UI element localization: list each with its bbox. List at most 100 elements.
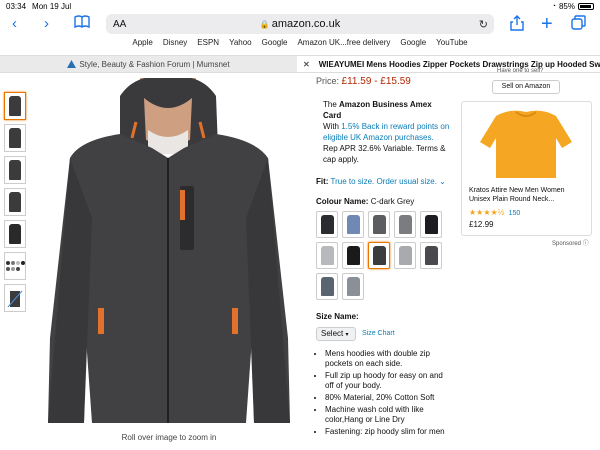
amex-terms: Rep APR 32.6% Variable. Terms & cap appl… bbox=[323, 144, 446, 164]
swatch-hoodie bbox=[320, 277, 334, 296]
swatch-hoodie bbox=[398, 246, 412, 265]
status-date: Mon 19 Jul bbox=[32, 1, 72, 11]
sponsored-product-title[interactable]: Kratos Attire New Men Women Unisex Plain… bbox=[469, 186, 587, 204]
bookmarks-icon[interactable] bbox=[74, 15, 90, 34]
chevron-down-icon: ▾ bbox=[345, 332, 349, 338]
swatch-hoodie bbox=[346, 215, 360, 234]
colour-swatch[interactable] bbox=[316, 211, 338, 238]
fit-link[interactable]: True to size. Order usual size. bbox=[331, 177, 437, 186]
colour-swatch[interactable] bbox=[368, 211, 390, 238]
bookmark-apple[interactable]: Apple bbox=[132, 38, 152, 52]
colour-swatch-selected[interactable] bbox=[368, 242, 390, 269]
tabs-overview-icon[interactable] bbox=[571, 15, 586, 35]
address-bar[interactable]: AA 🔒 amazon.co.uk ↻ bbox=[106, 14, 494, 34]
colour-label: Colour Name: bbox=[316, 197, 369, 206]
rating-stars-icon: ★★★★½ 150 bbox=[469, 208, 521, 217]
new-tab-icon[interactable]: + bbox=[541, 14, 553, 34]
swatch-hoodie bbox=[398, 215, 412, 234]
size-label: Size Name: bbox=[316, 312, 359, 321]
colour-swatch[interactable] bbox=[342, 211, 364, 238]
close-tab-icon[interactable]: ✕ bbox=[303, 60, 310, 69]
reader-text-size-button[interactable]: AA bbox=[113, 19, 126, 30]
thumbnail[interactable] bbox=[4, 284, 26, 312]
bookmark-yahoo[interactable]: Yahoo bbox=[229, 38, 252, 52]
size-select[interactable]: Select ▾ bbox=[316, 327, 356, 341]
amex-card-name: Amazon Business Amex Card bbox=[323, 100, 432, 120]
favorites-bar: Apple Disney ESPN Yahoo Google Amazon UK… bbox=[0, 38, 600, 52]
amex-reward-link[interactable]: 1.5% Back in reward points on eligible U… bbox=[323, 122, 449, 142]
list-item: Mens hoodies with double zip pockets on … bbox=[325, 349, 450, 369]
bookmark-disney[interactable]: Disney bbox=[163, 38, 187, 52]
list-item: Full zip up hoody for easy on and off of… bbox=[325, 371, 450, 391]
feature-bullets: Mens hoodies with double zip pockets on … bbox=[316, 349, 450, 437]
sponsored-label: Sponsored ⓘ bbox=[552, 241, 589, 247]
lock-icon: 🔒 bbox=[259, 20, 270, 29]
thumbnail[interactable] bbox=[4, 156, 26, 184]
sell-on-amazon-button[interactable]: Sell on Amazon bbox=[492, 80, 560, 94]
thumbnail[interactable] bbox=[4, 188, 26, 216]
tab-amazon-product[interactable]: ✕ WIEAYUMEI Mens Hoodies Zipper Pockets … bbox=[297, 56, 600, 72]
colour-swatch[interactable] bbox=[420, 211, 442, 238]
swatch-hoodie bbox=[424, 246, 438, 265]
thumbnail[interactable] bbox=[4, 92, 26, 120]
price-label: Price: bbox=[316, 76, 340, 86]
battery-percent: 85% bbox=[558, 1, 575, 11]
colour-swatch[interactable] bbox=[342, 242, 364, 269]
forward-icon[interactable]: › bbox=[44, 15, 49, 33]
bookmark-amazon-uk[interactable]: Amazon UK...free delivery bbox=[297, 38, 390, 52]
colour-swatch[interactable] bbox=[342, 273, 364, 300]
swatch-hoodie bbox=[372, 215, 386, 234]
amex-promo: The Amazon Business Amex Card With 1.5% … bbox=[323, 100, 450, 164]
swatch-hoodie bbox=[320, 246, 334, 265]
tab-amazon-label: WIEAYUMEI Mens Hoodies Zipper Pockets Dr… bbox=[318, 59, 600, 69]
chevron-down-icon[interactable]: ⌄ bbox=[439, 177, 446, 186]
have-one-to-sell: Have one to sell? bbox=[497, 68, 544, 74]
thumbnail[interactable] bbox=[4, 124, 26, 152]
mumsnet-favicon-icon bbox=[67, 60, 77, 68]
wifi-icon: ◔ bbox=[551, 2, 556, 10]
colour-value: C-dark Grey bbox=[370, 197, 415, 206]
url-text: amazon.co.uk bbox=[271, 18, 341, 30]
back-icon[interactable]: ‹ bbox=[12, 15, 17, 33]
swatch-hoodie bbox=[346, 246, 360, 265]
size-chart-link[interactable]: Size Chart bbox=[362, 329, 395, 339]
bookmark-google[interactable]: Google bbox=[262, 38, 288, 52]
sponsored-product-card[interactable]: Kratos Attire New Men Women Unisex Plain… bbox=[461, 101, 592, 236]
colour-swatch[interactable] bbox=[394, 211, 416, 238]
share-icon[interactable] bbox=[510, 15, 524, 36]
info-icon[interactable]: ⓘ bbox=[583, 241, 589, 247]
sponsored-product-price: £12.99 bbox=[469, 220, 494, 229]
swatch-hoodie bbox=[346, 277, 360, 296]
product-details: Price: £11.59 - £15.59 The Amazon Busine… bbox=[316, 76, 450, 439]
reload-icon[interactable]: ↻ bbox=[479, 18, 488, 31]
bookmark-google-2[interactable]: Google bbox=[400, 38, 426, 52]
bookmark-youtube[interactable]: YouTube bbox=[436, 38, 467, 52]
colour-swatches bbox=[316, 211, 450, 300]
swatch-hoodie bbox=[424, 215, 438, 234]
thumbnail[interactable] bbox=[4, 220, 26, 248]
colour-swatch[interactable] bbox=[316, 242, 338, 269]
colour-swatch[interactable] bbox=[394, 242, 416, 269]
zoom-hint: Roll over image to zoom in bbox=[121, 433, 217, 442]
fit-info: Fit: True to size. Order usual size. ⌄ bbox=[316, 177, 446, 186]
colour-swatch[interactable] bbox=[316, 273, 338, 300]
swatch-hoodie bbox=[372, 246, 386, 265]
bookmark-espn[interactable]: ESPN bbox=[197, 38, 219, 52]
colour-swatch[interactable] bbox=[420, 242, 442, 269]
sponsored-product-image bbox=[480, 110, 572, 178]
status-bar: 03:34 Mon 19 Jul ◔ 85% bbox=[0, 0, 600, 12]
tab-mumsnet[interactable]: Style, Beauty & Fashion Forum | Mumsnet bbox=[0, 56, 297, 72]
image-thumbnails bbox=[4, 92, 28, 316]
swatch-hoodie bbox=[320, 215, 334, 234]
thumbnail[interactable] bbox=[4, 252, 26, 280]
list-item: 80% Material, 20% Cotton Soft bbox=[325, 393, 450, 403]
product-main-image[interactable] bbox=[40, 76, 298, 428]
list-item: Machine wash cold with like color,Hang o… bbox=[325, 405, 450, 425]
rating-count[interactable]: 150 bbox=[509, 210, 521, 217]
price-value: £11.59 - £15.59 bbox=[341, 76, 411, 87]
browser-toolbar: ‹ › AA 🔒 amazon.co.uk ↻ + bbox=[0, 12, 600, 36]
tab-mumsnet-label: Style, Beauty & Fashion Forum | Mumsnet bbox=[79, 59, 230, 69]
status-time: 03:34 bbox=[6, 1, 27, 11]
list-item: Fastening: zip hoody slim for men bbox=[325, 427, 450, 437]
battery-icon bbox=[578, 2, 594, 10]
